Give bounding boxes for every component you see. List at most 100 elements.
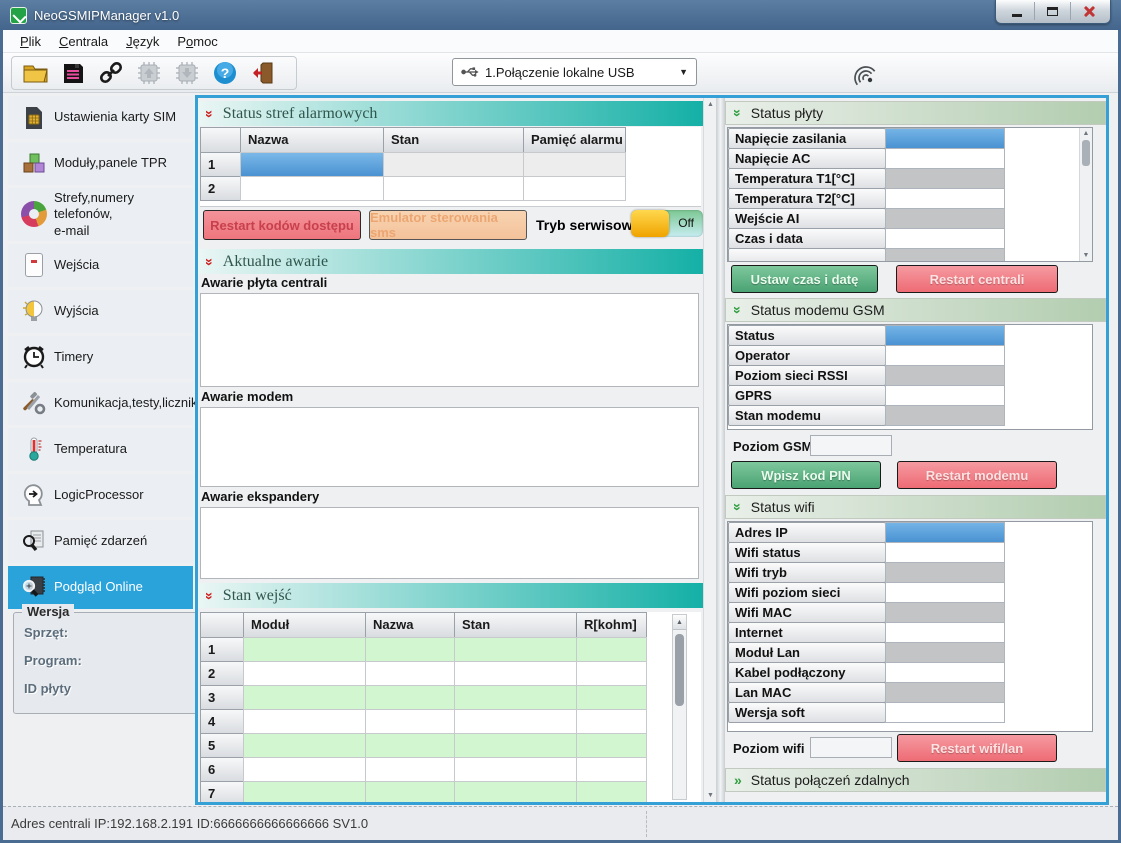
row-value[interactable] (885, 128, 1005, 149)
cell-r[interactable] (576, 733, 647, 758)
cell-r[interactable] (576, 661, 647, 686)
sidebar-item-zones[interactable]: Strefy,numery telefonów, e-mail (8, 188, 193, 241)
cell-nazwa[interactable] (365, 709, 455, 734)
menu-pomoc[interactable]: Pomoc (168, 31, 226, 52)
sidebar-item-modules[interactable]: Moduły,panele TPR (8, 142, 193, 185)
cell-nazwa[interactable] (240, 176, 384, 201)
row-value[interactable] (885, 662, 1005, 683)
gsm-level-input[interactable] (810, 435, 892, 456)
cell-nazwa[interactable] (365, 685, 455, 710)
cell-nazwa[interactable] (365, 637, 455, 662)
cell-nazwa[interactable] (365, 757, 455, 782)
cell-modul[interactable] (243, 781, 366, 802)
row-value[interactable] (885, 168, 1005, 189)
exit-button[interactable] (244, 58, 282, 88)
cell-modul[interactable] (243, 709, 366, 734)
row-value[interactable] (885, 702, 1005, 723)
section-header-faults[interactable]: » Aktualne awarie (198, 249, 703, 274)
section-header-alarm-zones[interactable]: » Status stref alarmowych (198, 101, 703, 126)
section-header-inputs-state[interactable]: » Stan wejść (198, 583, 703, 608)
wifi-level-input[interactable] (810, 737, 892, 758)
row-value[interactable] (885, 385, 1005, 406)
firmware-download-button[interactable] (168, 58, 206, 88)
scroll-thumb[interactable] (675, 634, 684, 706)
row-value[interactable] (885, 148, 1005, 169)
cell-r[interactable] (576, 781, 647, 802)
restart-access-codes-button[interactable]: Restart kodów dostępu (203, 210, 361, 240)
sidebar-item-temperature[interactable]: Temperatura (8, 428, 193, 471)
menu-plik[interactable]: Plik (11, 31, 50, 52)
scroll-up-icon[interactable]: ▲ (1080, 128, 1092, 137)
scroll-up-icon[interactable]: ▲ (673, 615, 686, 630)
row-value[interactable] (885, 345, 1005, 366)
sidebar-item-outputs[interactable]: Wyjścia (8, 290, 193, 333)
cell-r[interactable] (576, 637, 647, 662)
menu-centrala[interactable]: Centrala (50, 31, 117, 52)
cell-pamiec[interactable] (523, 176, 626, 201)
row-value[interactable] (885, 582, 1005, 603)
row-value[interactable] (885, 542, 1005, 563)
cell-modul[interactable] (243, 757, 366, 782)
row-value[interactable] (885, 602, 1005, 623)
section-header-wifi-status[interactable]: » Status wifi (725, 495, 1106, 519)
section-header-remote-connections[interactable]: » Status połączeń zdalnych (725, 768, 1106, 792)
cell-pamiec[interactable] (523, 152, 626, 177)
sidebar-item-logicprocessor[interactable]: LogicProcessor (8, 474, 193, 517)
cell-stan[interactable] (454, 733, 577, 758)
restart-modem-button[interactable]: Restart modemu (897, 461, 1057, 489)
cell-r[interactable] (576, 757, 647, 782)
cell-nazwa[interactable] (365, 781, 455, 802)
firmware-upload-button[interactable] (130, 58, 168, 88)
sidebar-item-event-log[interactable]: Pamięć zdarzeń (8, 520, 193, 563)
panel-splitter[interactable] (716, 98, 725, 802)
inputs-table-scrollbar[interactable]: ▲ (672, 614, 687, 800)
sidebar-item-timers[interactable]: Timery (8, 336, 193, 379)
row-value[interactable] (885, 228, 1005, 249)
help-button[interactable]: ? (206, 58, 244, 88)
cell-stan[interactable] (454, 781, 577, 802)
cell-stan[interactable] (383, 176, 524, 201)
connect-button[interactable] (92, 58, 130, 88)
row-value[interactable] (885, 365, 1005, 386)
center-panel-scrollbar[interactable]: ▲ ▼ (703, 98, 716, 802)
section-header-board-status[interactable]: » Status płyty (725, 101, 1106, 125)
board-table-scrollbar[interactable]: ▲ ▼ (1079, 128, 1092, 261)
cell-stan[interactable] (454, 757, 577, 782)
cell-nazwa[interactable] (365, 733, 455, 758)
cell-modul[interactable] (243, 661, 366, 686)
save-button[interactable] (54, 58, 92, 88)
open-file-button[interactable] (16, 58, 54, 88)
scroll-thumb[interactable] (1082, 140, 1090, 166)
cell-modul[interactable] (243, 685, 366, 710)
row-value[interactable] (885, 248, 1005, 262)
maximize-button[interactable] (1035, 2, 1071, 20)
minimize-button[interactable] (999, 2, 1035, 20)
cell-stan[interactable] (454, 709, 577, 734)
row-value[interactable] (885, 642, 1005, 663)
cell-stan[interactable] (454, 685, 577, 710)
row-value[interactable] (885, 562, 1005, 583)
sidebar-item-sim[interactable]: Ustawienia karty SIM (8, 96, 193, 139)
section-header-gsm-status[interactable]: » Status modemu GSM (725, 298, 1106, 322)
cell-nazwa[interactable] (240, 152, 384, 177)
sidebar-item-online-view[interactable]: Podgląd Online (8, 566, 193, 609)
row-value[interactable] (885, 682, 1005, 703)
restart-central-button[interactable]: Restart centrali (896, 265, 1058, 293)
cell-modul[interactable] (243, 637, 366, 662)
cell-stan[interactable] (454, 661, 577, 686)
set-time-button[interactable]: Ustaw czas i datę (731, 265, 878, 293)
sms-emulator-button[interactable]: Emulator sterowania sms (369, 210, 527, 240)
row-value[interactable] (885, 325, 1005, 346)
row-value[interactable] (885, 208, 1005, 229)
cell-stan[interactable] (454, 637, 577, 662)
cell-r[interactable] (576, 709, 647, 734)
sidebar-item-communication[interactable]: Komunikacja,testy,liczniki (8, 382, 193, 425)
restart-wifi-lan-button[interactable]: Restart wifi/lan (897, 734, 1057, 762)
close-button[interactable] (1071, 2, 1107, 20)
service-mode-toggle[interactable]: Off (631, 210, 703, 237)
row-value[interactable] (885, 405, 1005, 426)
row-value[interactable] (885, 622, 1005, 643)
row-value[interactable] (885, 522, 1005, 543)
cell-nazwa[interactable] (365, 661, 455, 686)
enter-pin-button[interactable]: Wpisz kod PIN (731, 461, 881, 489)
